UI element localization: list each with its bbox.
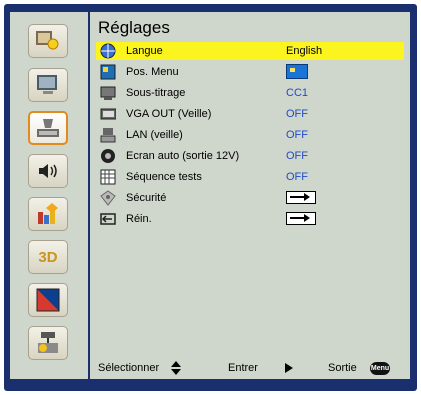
- arrow-right-icon: [290, 193, 310, 201]
- setting-row-menu-position[interactable]: Pos. Menu: [96, 63, 404, 81]
- subtitle-icon: [100, 86, 116, 100]
- setting-row-security[interactable]: Sécurité: [96, 189, 404, 207]
- lan-value[interactable]: OFF: [286, 129, 308, 141]
- security-icon: [100, 190, 116, 206]
- menu-position-label: Pos. Menu: [126, 66, 179, 78]
- vga-out-icon: [100, 108, 116, 120]
- network-icon: [38, 332, 58, 353]
- page-title: Réglages: [98, 18, 170, 37]
- image-quality-icon: [36, 288, 60, 312]
- screen-auto-icon: [101, 149, 115, 163]
- sidebar-item-network[interactable]: [28, 326, 68, 360]
- subtitles-value[interactable]: CC1: [286, 87, 308, 99]
- lan-label: LAN (veille): [126, 129, 183, 141]
- menu-button-icon: Menu: [370, 362, 390, 375]
- reset-label: Réin.: [126, 213, 152, 225]
- sidebar-item-setup[interactable]: [28, 111, 68, 145]
- sidebar-item-display[interactable]: [28, 68, 68, 102]
- menu-position-icon: [100, 64, 116, 80]
- footer-select-label: Sélectionner: [98, 362, 160, 374]
- sidebar-item-picture[interactable]: [28, 24, 68, 58]
- display-icon: [37, 75, 57, 94]
- test-pattern-label: Séquence tests: [126, 171, 202, 183]
- security-label: Sécurité: [126, 192, 167, 204]
- arrow-right-icon: [290, 214, 310, 222]
- setting-row-language[interactable]: Langue English: [96, 42, 404, 60]
- footer-enter-label: Entrer: [228, 362, 258, 374]
- sidebar-item-options[interactable]: [28, 197, 68, 231]
- auto-screen-label: Ecran auto (sortie 12V): [126, 150, 240, 162]
- setting-row-reset[interactable]: Réin.: [96, 210, 404, 228]
- auto-screen-value[interactable]: OFF: [286, 150, 308, 162]
- sidebar-item-image-quality[interactable]: [28, 283, 68, 317]
- options-icon: [38, 203, 58, 224]
- up-down-arrows-icon: [171, 361, 181, 375]
- setting-row-auto-screen[interactable]: Ecran auto (sortie 12V) OFF: [96, 147, 404, 165]
- reset-icon: [100, 213, 116, 225]
- setting-row-test-pattern[interactable]: Séquence tests OFF: [96, 168, 404, 186]
- vga-out-label: VGA OUT (Veille): [126, 108, 212, 120]
- security-enter-arrow[interactable]: [286, 191, 316, 204]
- reset-enter-arrow[interactable]: [286, 212, 316, 225]
- test-pattern-icon: [100, 169, 116, 185]
- sidebar-item-audio[interactable]: [28, 154, 68, 188]
- setup-icon: [37, 119, 59, 137]
- vga-out-value[interactable]: OFF: [286, 108, 308, 120]
- sidebar-item-3d[interactable]: 3D: [28, 240, 68, 274]
- menu-position-selector[interactable]: [286, 64, 308, 79]
- setting-row-vga-out[interactable]: VGA OUT (Veille) OFF: [96, 105, 404, 123]
- subtitles-label: Sous-titrage: [126, 87, 186, 99]
- setting-row-subtitles[interactable]: Sous-titrage CC1: [96, 84, 404, 102]
- globe-icon: [100, 43, 116, 59]
- enter-arrow-icon: [285, 363, 293, 373]
- footer-exit-label: Sortie: [328, 362, 357, 374]
- lan-icon: [100, 128, 116, 143]
- language-value[interactable]: English: [286, 45, 322, 57]
- 3d-icon: 3D: [38, 248, 58, 266]
- audio-icon: [39, 164, 57, 178]
- picture-icon: [36, 31, 59, 50]
- setting-row-lan[interactable]: LAN (veille) OFF: [96, 126, 404, 144]
- test-pattern-value[interactable]: OFF: [286, 171, 308, 183]
- language-label: Langue: [126, 45, 163, 57]
